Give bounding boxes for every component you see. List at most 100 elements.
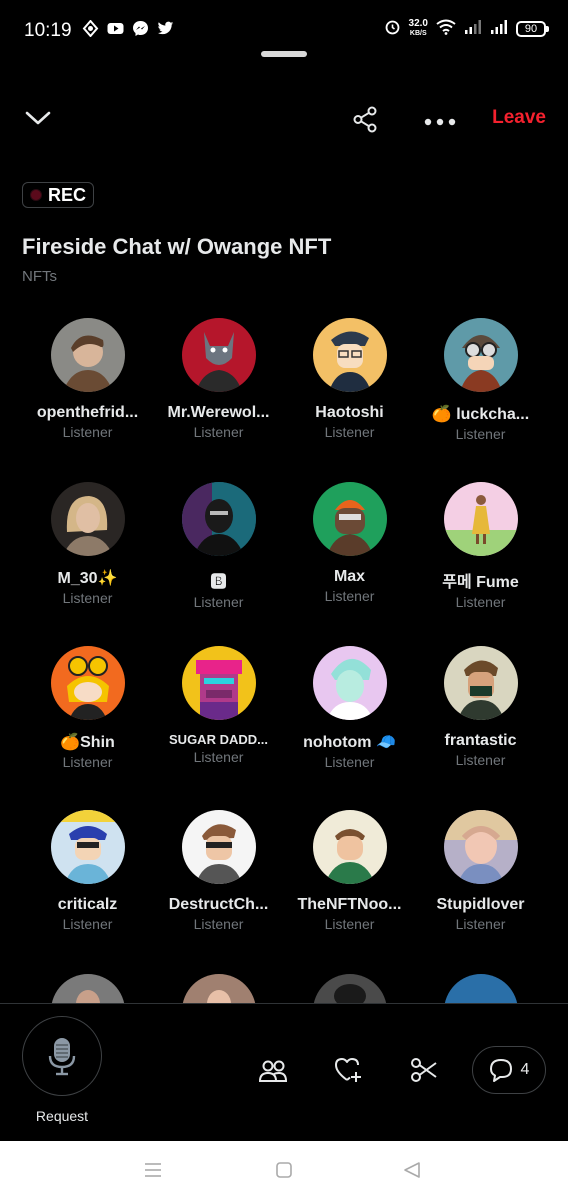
leave-button[interactable]: Leave (492, 107, 546, 129)
participant-name: M_30✨ (57, 570, 118, 587)
home-icon (276, 1162, 292, 1178)
participant-name: Stupidlover (436, 896, 525, 913)
avatar (50, 482, 125, 556)
participant-name: 🍊Shin (60, 734, 115, 751)
back-nav-button[interactable] (403, 1161, 421, 1184)
twitter-icon (157, 20, 174, 37)
participant-cell[interactable]: nohotom 🧢 Listener (284, 646, 415, 770)
participant-cell[interactable]: M_30✨ Listener (22, 482, 153, 606)
network-speed-value: 32.0 (408, 18, 428, 29)
participant-name: Haotoshi (315, 404, 384, 421)
comment-icon (489, 1059, 512, 1082)
sheet-drag-handle[interactable] (261, 51, 307, 57)
recording-badge: REC (22, 182, 94, 208)
microphone-icon (48, 1038, 76, 1076)
avatar (312, 646, 387, 720)
avatar (443, 810, 518, 884)
avatar (443, 318, 518, 392)
menu-nav-button[interactable] (144, 1161, 162, 1184)
participant-cell[interactable]: Stupidlover Listener (415, 810, 546, 932)
participant-name: 🅱 (210, 574, 227, 591)
avatar (50, 810, 125, 884)
participant-role: Listener (455, 594, 506, 610)
participant-name: nohotom 🧢 (303, 734, 396, 751)
messenger-icon (132, 20, 149, 37)
participant-cell[interactable]: openthefrid... Listener (22, 318, 153, 440)
participant-cell[interactable]: 푸메 Fume Listener (415, 482, 546, 610)
participant-cell[interactable]: frantastic Listener (415, 646, 546, 768)
avatar (181, 646, 256, 720)
participant-cell[interactable]: Haotoshi Listener (284, 318, 415, 440)
request-label: Request (35, 1108, 89, 1124)
participant-role: Listener (455, 752, 506, 768)
participant-role: Listener (62, 916, 113, 932)
participant-name: SUGAR DADD... (169, 732, 268, 747)
participant-role: Listener (324, 754, 375, 770)
participant-cell[interactable]: 🍊Shin Listener (22, 646, 153, 770)
scissors-icon (411, 1058, 437, 1082)
participant-role: Listener (455, 426, 506, 442)
participant-role: Listener (62, 590, 113, 606)
participant-role: Listener (193, 749, 244, 765)
participant-role: Listener (62, 424, 113, 440)
recording-label: REC (48, 184, 87, 205)
participant-role: Listener (62, 754, 113, 770)
participant-role: Listener (193, 916, 244, 932)
participant-role: Listener (324, 916, 375, 932)
people-button[interactable] (258, 1058, 288, 1089)
participant-cell[interactable]: Mr.Werewol... Listener (153, 318, 284, 440)
share-button[interactable] (352, 106, 379, 138)
participant-name: 푸메 Fume (442, 574, 519, 591)
participant-name: criticalz (57, 896, 118, 913)
home-nav-button[interactable] (275, 1161, 293, 1184)
participant-cell[interactable]: DestructCh... Listener (153, 810, 284, 932)
comments-button[interactable]: 4 (472, 1046, 546, 1094)
system-nav-bar (0, 1141, 568, 1200)
participant-name: openthefrid... (36, 404, 139, 421)
battery-indicator: 90 (516, 21, 549, 37)
participant-name: TheNFTNoo... (297, 896, 402, 913)
participant-name: Max (333, 568, 366, 585)
menu-icon (145, 1163, 161, 1177)
participant-cell[interactable]: criticalz Listener (22, 810, 153, 932)
react-button[interactable] (334, 1056, 364, 1089)
avatar (312, 482, 387, 556)
participant-cell[interactable]: SUGAR DADD... Listener (153, 646, 284, 765)
sync-icon (82, 19, 99, 38)
space-topic: NFTs (22, 268, 57, 285)
people-icon (258, 1060, 288, 1082)
more-button[interactable] (424, 114, 456, 132)
system-indicators: 32.0 KB/S 90 (384, 18, 549, 40)
avatar (312, 318, 387, 392)
participant-cell[interactable]: TheNFTNoo... Listener (284, 810, 415, 932)
participant-role: Listener (193, 424, 244, 440)
participant-cell[interactable]: Max Listener (284, 482, 415, 604)
signal-icon-2 (490, 19, 508, 40)
record-dot-icon (30, 189, 42, 201)
back-icon (404, 1162, 420, 1178)
avatar (181, 482, 256, 556)
avatar (443, 646, 518, 720)
more-icon (424, 118, 456, 126)
space-title: Fireside Chat w/ Owange NFT (22, 234, 332, 259)
participant-name: DestructCh... (168, 896, 269, 913)
request-mic-button[interactable] (22, 1016, 102, 1096)
signal-icon (464, 19, 482, 40)
participant-role: Listener (193, 594, 244, 610)
avatar (50, 318, 125, 392)
status-time: 10:19 (24, 20, 72, 41)
avatar (181, 318, 256, 392)
notification-icons (82, 19, 174, 38)
chevron-down-icon (25, 111, 51, 125)
wifi-icon (436, 19, 456, 40)
avatar (443, 482, 518, 556)
collapse-button[interactable] (24, 108, 52, 133)
heart-plus-icon (335, 1058, 361, 1082)
participant-name: 🍊 luckcha... (431, 406, 530, 423)
avatar (50, 646, 125, 720)
clip-button[interactable] (410, 1057, 438, 1088)
participant-cell[interactable]: 🅱 Listener (153, 482, 284, 610)
network-speed: 32.0 KB/S (409, 19, 428, 39)
participant-name: frantastic (444, 732, 517, 749)
participant-cell[interactable]: 🍊 luckcha... Listener (415, 318, 546, 442)
